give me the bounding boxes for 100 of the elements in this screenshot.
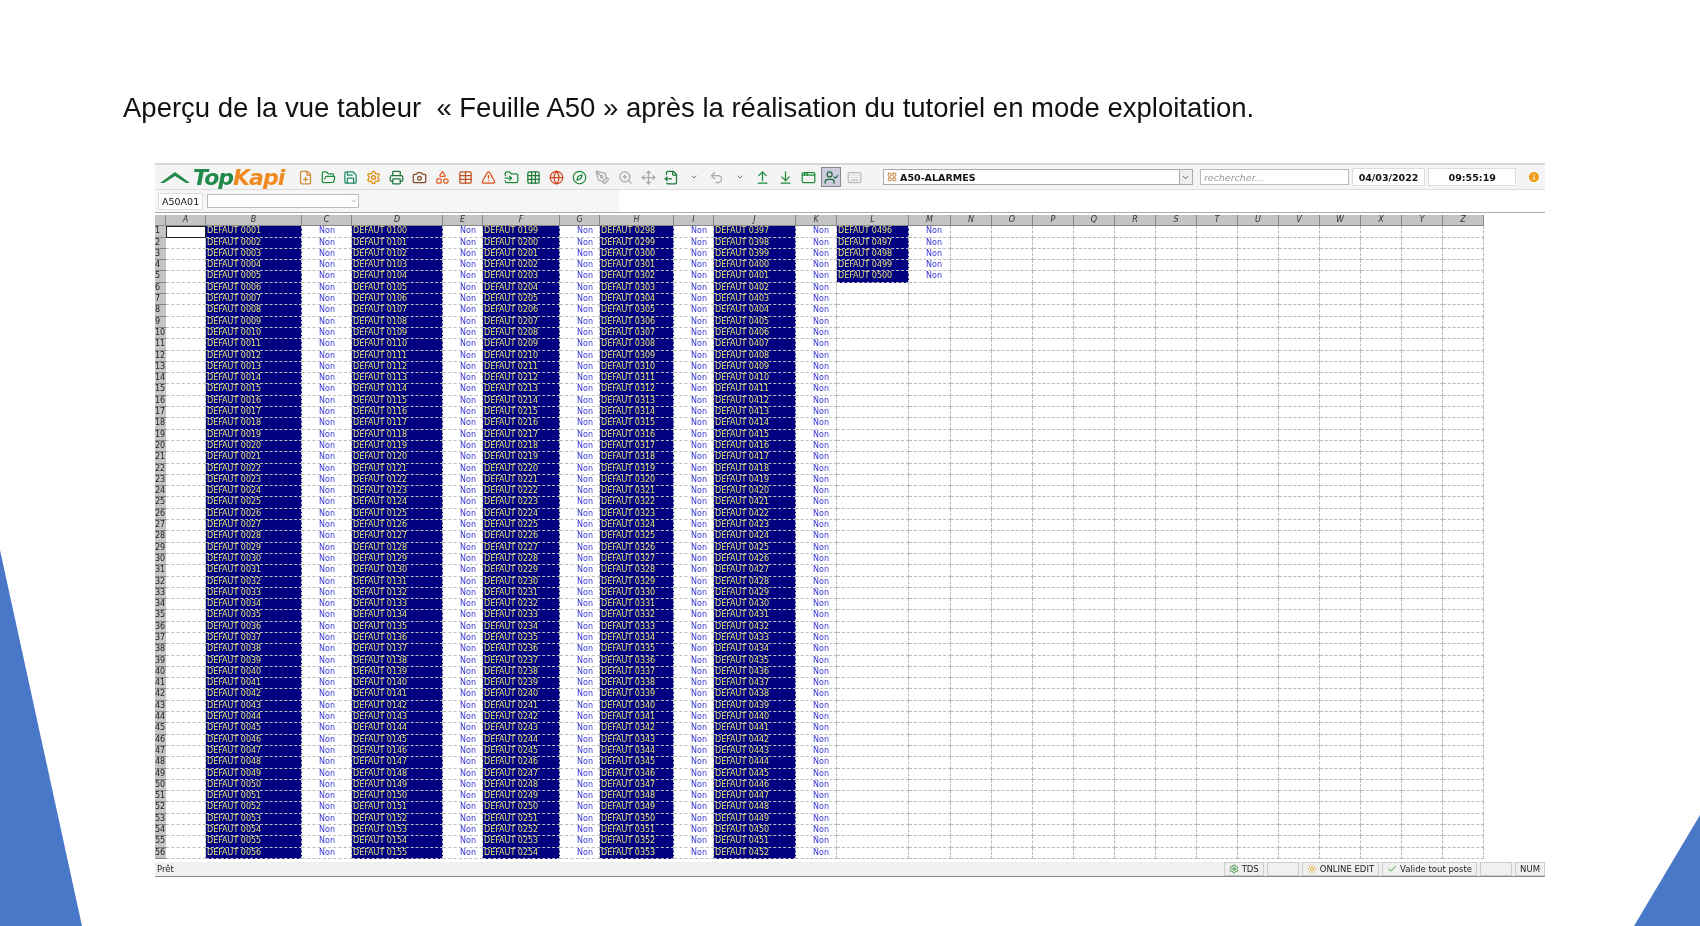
camera-icon xyxy=(412,169,428,185)
table-cell: Non xyxy=(443,542,483,554)
table-cell: DEFAUT 0029 xyxy=(206,542,302,554)
slide-caption: Aperçu de la vue tableur « Feuille A50 » après la réalisation du tutoriel en mode exploitation. xyxy=(123,92,1256,124)
column-header[interactable]: V xyxy=(1279,215,1320,227)
row-header[interactable]: 1 xyxy=(155,226,166,238)
table-cell: DEFAUT 0226 xyxy=(483,531,560,543)
formula-field[interactable] xyxy=(207,194,360,208)
table-cell: Non xyxy=(302,689,352,701)
view-select[interactable]: A50-ALARMES xyxy=(883,169,1193,185)
warning-icon xyxy=(480,169,496,185)
table-cell: DEFAUT 0035 xyxy=(206,610,302,622)
table-cell: DEFAUT 0237 xyxy=(483,655,560,667)
table-cell: Non xyxy=(796,757,837,769)
table-cell: DEFAUT 0329 xyxy=(600,576,674,588)
row-header[interactable]: 5 xyxy=(155,271,166,283)
table-cell: DEFAUT 0411 xyxy=(714,384,796,396)
gear-icon xyxy=(366,169,382,185)
column-header[interactable]: X xyxy=(1361,215,1402,227)
table-cell: DEFAUT 0135 xyxy=(352,621,443,633)
column-header[interactable]: S xyxy=(1156,215,1197,227)
table-cell: Non xyxy=(560,384,600,396)
table-cell: Non xyxy=(560,542,600,554)
table-cell: DEFAUT 0342 xyxy=(600,723,674,735)
select-all-button[interactable] xyxy=(155,215,166,227)
table-cell: Non xyxy=(796,316,837,328)
column-header[interactable]: N xyxy=(951,215,992,227)
column-header[interactable]: B xyxy=(206,215,302,227)
search-field[interactable]: rechercher... xyxy=(1199,169,1349,185)
table-cell: DEFAUT 0206 xyxy=(483,305,560,317)
table-cell: Non xyxy=(560,768,600,780)
column-header[interactable]: A xyxy=(166,215,206,227)
table-cell: Non xyxy=(443,452,483,464)
table-cell: DEFAUT 0121 xyxy=(352,463,443,475)
table-cell: Non xyxy=(560,644,600,656)
table-cell: DEFAUT 0421 xyxy=(714,497,796,509)
caret-icon xyxy=(735,173,744,181)
column-header[interactable]: E xyxy=(443,215,483,227)
table-cell: Non xyxy=(302,768,352,780)
table-cell: Non xyxy=(560,734,600,746)
column-header[interactable]: L xyxy=(837,215,909,227)
table-cell: DEFAUT 0225 xyxy=(483,520,560,532)
table-cell: DEFAUT 0410 xyxy=(714,373,796,385)
column-header[interactable]: P xyxy=(1033,215,1074,227)
column-header[interactable]: I xyxy=(674,215,714,227)
column-header[interactable]: G xyxy=(560,215,600,227)
table-cell: Non xyxy=(443,350,483,362)
table-cell: Non xyxy=(560,497,600,509)
column-header[interactable]: D xyxy=(352,215,443,227)
table-cell: Non xyxy=(560,429,600,441)
column-header[interactable]: U xyxy=(1238,215,1279,227)
column-header[interactable]: C xyxy=(302,215,352,227)
table-cell: DEFAUT 0230 xyxy=(483,576,560,588)
table-cell: DEFAUT 0435 xyxy=(714,655,796,667)
info-icon[interactable] xyxy=(1527,170,1542,184)
table-cell: DEFAUT 0022 xyxy=(206,463,302,475)
table-cell: Non xyxy=(674,418,714,430)
name-box[interactable]: A50A01 xyxy=(158,192,204,210)
caret-icon xyxy=(690,173,699,181)
column-header[interactable]: O xyxy=(992,215,1033,227)
table-cell: Non xyxy=(674,689,714,701)
table-cell: DEFAUT 0031 xyxy=(206,565,302,577)
table-cell: Non xyxy=(674,723,714,735)
toolbar-button[interactable] xyxy=(821,167,842,187)
table-cell: DEFAUT 0140 xyxy=(352,678,443,690)
table-cell: DEFAUT 0108 xyxy=(352,316,443,328)
table-cell: DEFAUT 0499 xyxy=(837,260,909,272)
table-cell: Non xyxy=(674,836,714,848)
move-icon xyxy=(640,169,656,185)
table-cell: DEFAUT 0207 xyxy=(483,316,560,328)
table-cell: DEFAUT 0398 xyxy=(714,237,796,249)
table-cell: DEFAUT 0240 xyxy=(483,689,560,701)
table-cell: DEFAUT 0253 xyxy=(483,836,560,848)
column-header[interactable]: F xyxy=(483,215,560,227)
table-cell: Non xyxy=(302,316,352,328)
column-header[interactable]: J xyxy=(714,215,796,227)
table-cell: Non xyxy=(302,734,352,746)
table-cell: DEFAUT 0438 xyxy=(714,689,796,701)
pen-icon xyxy=(595,169,611,185)
column-header[interactable]: H xyxy=(600,215,674,227)
table-cell: Non xyxy=(674,463,714,475)
table-cell: Non xyxy=(443,644,483,656)
status-item: Valide tout poste xyxy=(1382,862,1478,876)
column-header[interactable]: T xyxy=(1197,215,1238,227)
table-cell: DEFAUT 0150 xyxy=(352,791,443,803)
table-cell: Non xyxy=(909,237,951,249)
column-header[interactable]: Y xyxy=(1402,215,1443,227)
column-header[interactable]: R xyxy=(1115,215,1156,227)
column-header[interactable]: K xyxy=(796,215,837,227)
selected-cell[interactable] xyxy=(166,226,206,238)
table-icon xyxy=(457,169,473,185)
table-cell: DEFAUT 0315 xyxy=(600,418,674,430)
column-header[interactable]: Q xyxy=(1074,215,1115,227)
column-header[interactable]: Z xyxy=(1443,215,1484,227)
table-cell: DEFAUT 0005 xyxy=(206,271,302,283)
table-cell: Non xyxy=(302,610,352,622)
table-cell: Non xyxy=(302,757,352,769)
row-header[interactable]: 2 xyxy=(155,237,166,249)
table-cell: Non xyxy=(443,610,483,622)
table-cell: Non xyxy=(796,689,837,701)
